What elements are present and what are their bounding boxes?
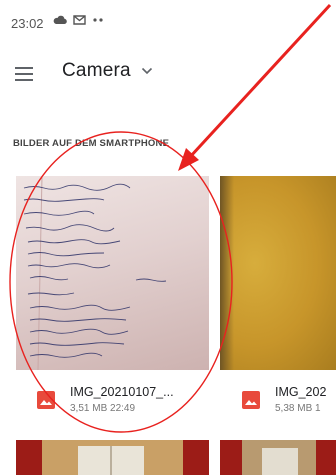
status-icons [53, 15, 104, 25]
status-time: 23:02 [11, 16, 44, 31]
file-row-2[interactable]: IMG_202 5,38 MB 1 [242, 383, 336, 419]
window-curtain-photo [16, 440, 209, 475]
photo-thumbnail-3[interactable] [16, 440, 209, 475]
file-row-1[interactable]: IMG_20210107_... 3,51 MB 22:49 [37, 383, 209, 419]
photo-thumbnail-1[interactable] [16, 176, 209, 370]
app-screen: 23:02 Camera BILDER AUF DEM SMARTPHONE I… [0, 0, 336, 475]
gmail-icon [73, 15, 86, 25]
window-curtain-photo [220, 440, 336, 475]
hamburger-menu-icon[interactable] [12, 62, 36, 86]
photo-thumbnail-4[interactable] [220, 440, 336, 475]
status-bar: 23:02 [0, 0, 336, 42]
cloud-icon [53, 15, 67, 25]
annotation-arrow-head [178, 148, 199, 171]
file-meta: 3,51 MB 22:49 [70, 403, 136, 414]
handwritten-notes-photo [23, 176, 167, 370]
app-title: Camera [62, 60, 131, 81]
app-bar: Camera [0, 50, 336, 98]
image-file-icon [242, 391, 260, 409]
file-meta: 5,38 MB 1 [275, 403, 321, 414]
image-file-icon [37, 391, 55, 409]
file-name: IMG_20210107_... [70, 385, 174, 399]
chevron-down-icon [141, 62, 153, 80]
section-header: BILDER AUF DEM SMARTPHONE [13, 138, 170, 149]
file-name: IMG_202 [275, 385, 327, 399]
yellow-wall-photo [220, 176, 234, 370]
photo-thumbnail-2[interactable] [220, 176, 336, 370]
folder-selector[interactable]: Camera [62, 60, 153, 82]
more-dots-icon [92, 17, 104, 23]
